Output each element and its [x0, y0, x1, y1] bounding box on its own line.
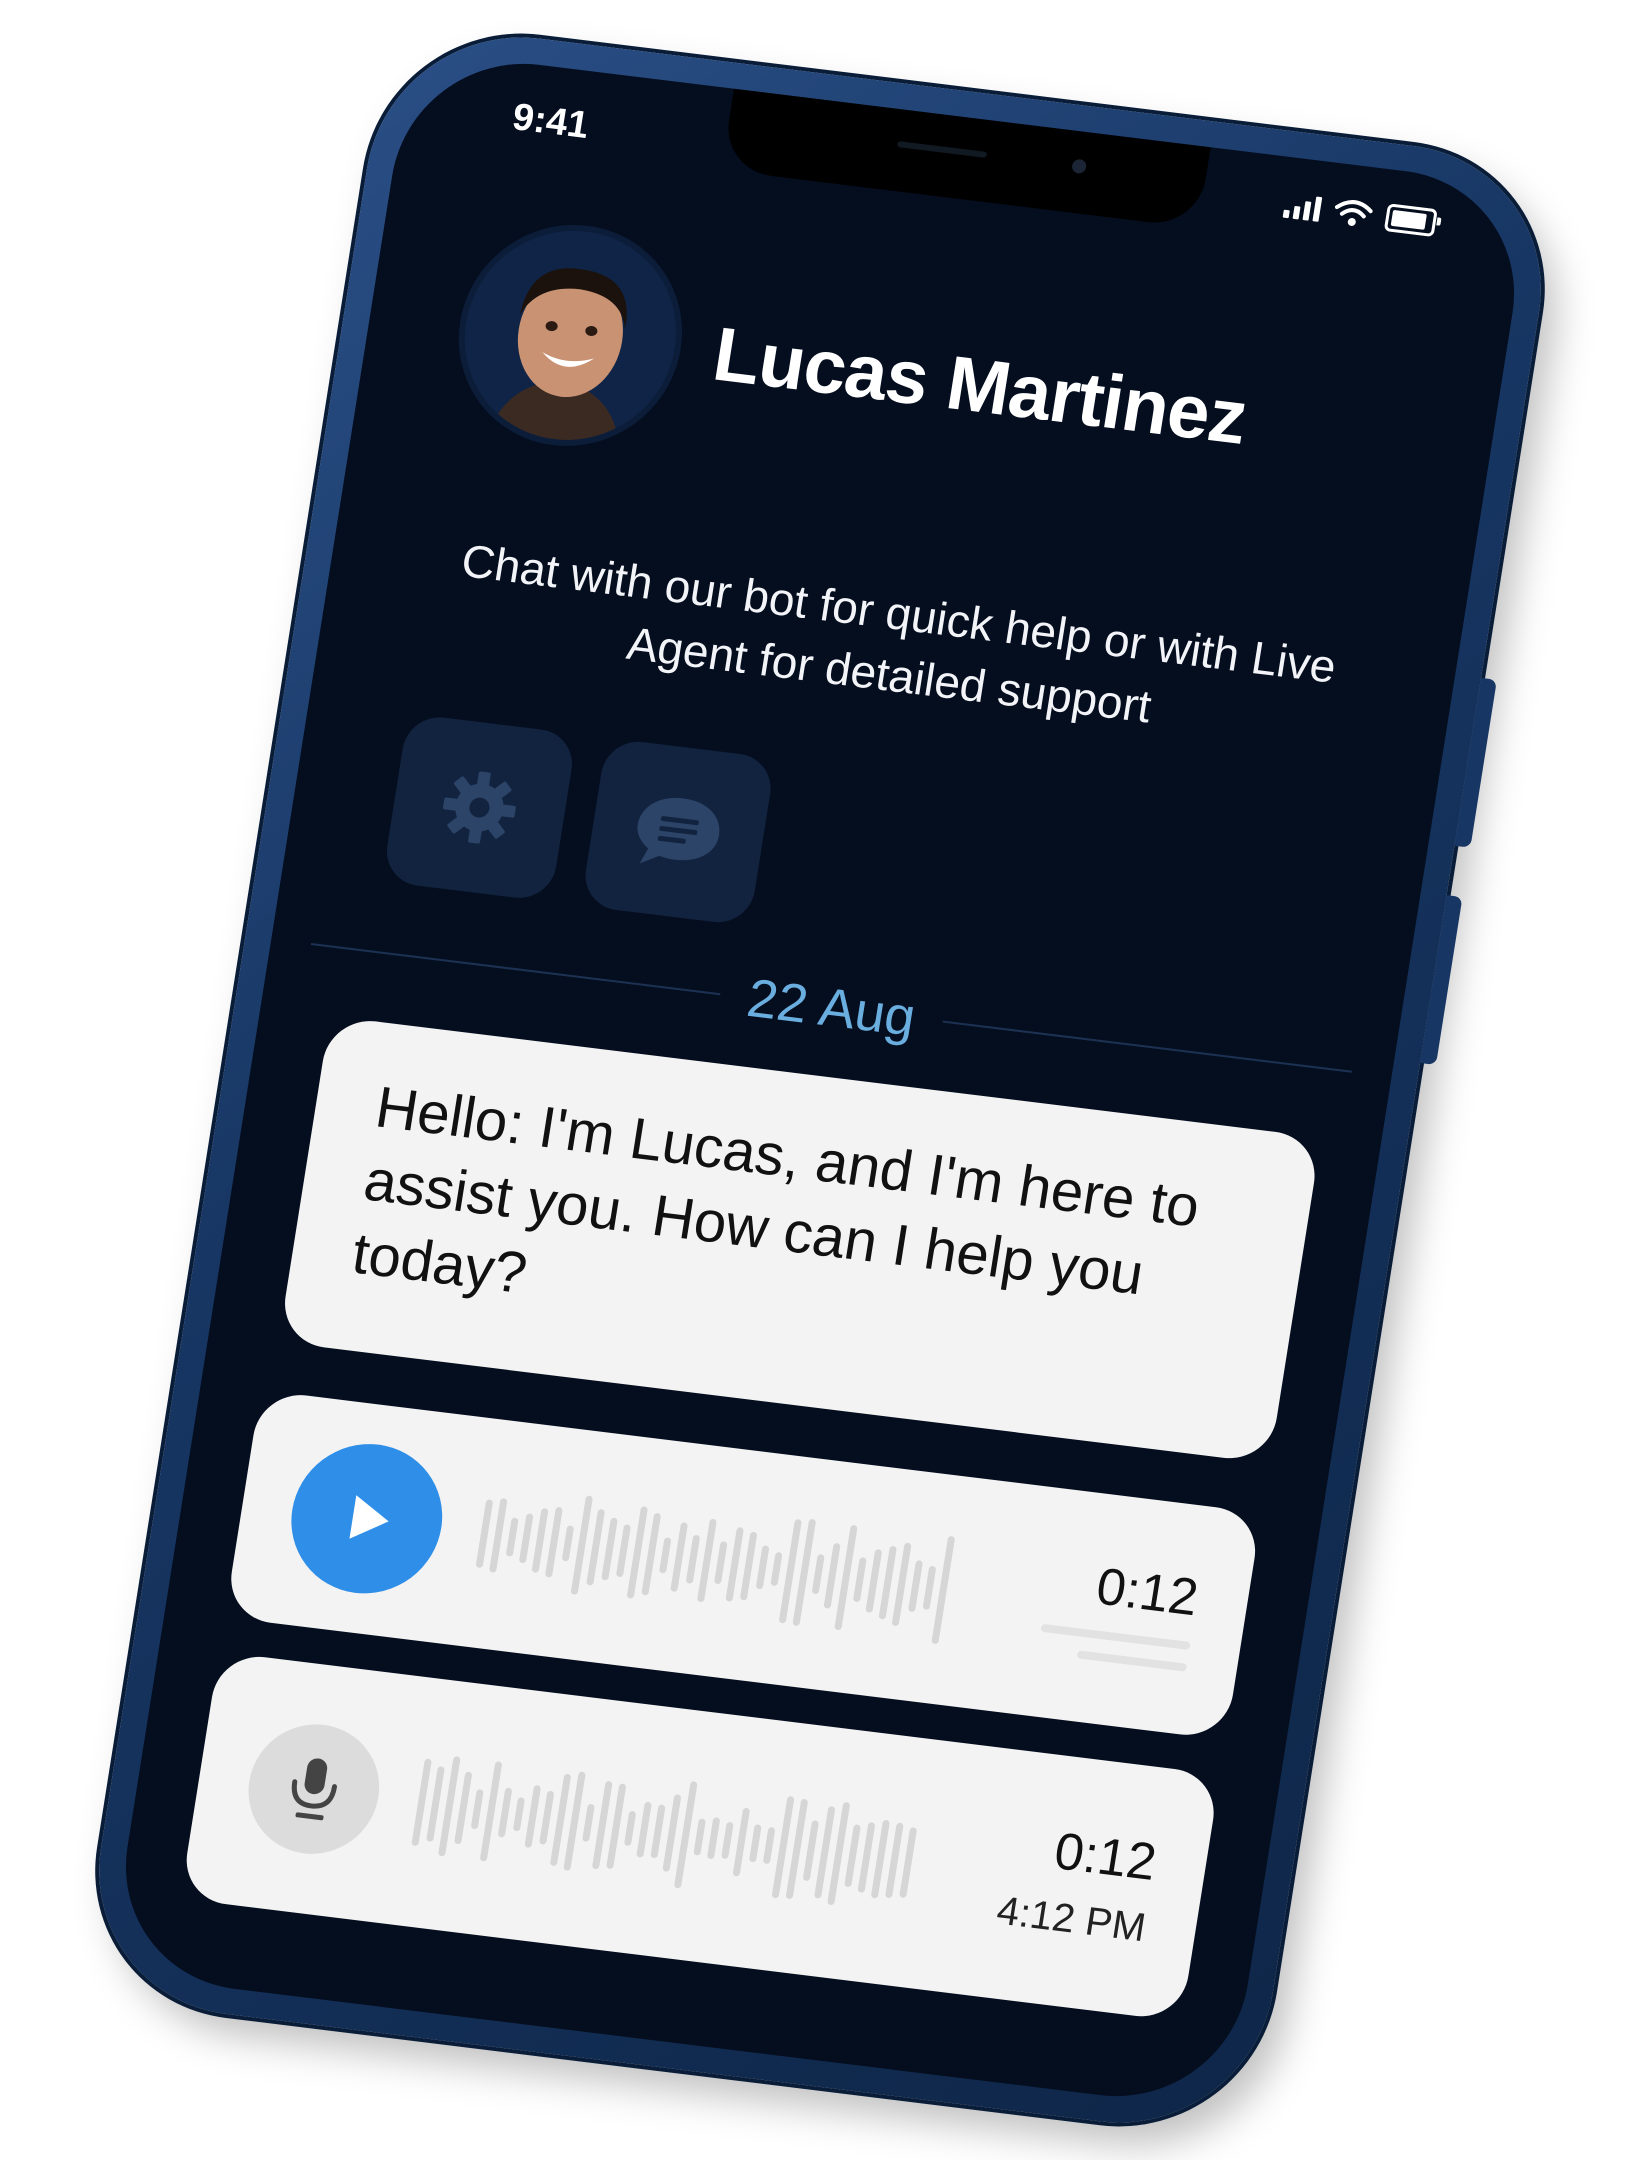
meta-line — [1076, 1650, 1188, 1672]
waveform-bar — [762, 1826, 776, 1864]
avatar-photo — [449, 218, 692, 452]
waveform-bar — [770, 1551, 783, 1587]
chat-intro-text: Chat with our bot for quick help or with… — [458, 534, 1340, 733]
battery-icon — [1383, 203, 1438, 238]
waveform-bar — [922, 1565, 937, 1610]
divider-left — [310, 943, 721, 996]
divider-right — [942, 1020, 1353, 1073]
contact-header: Lucas Martinez — [449, 218, 1263, 522]
play-button[interactable] — [280, 1435, 454, 1602]
date-label: 22 Aug — [743, 968, 920, 1048]
waveform-bar — [497, 1787, 513, 1838]
contact-name: Lucas Martinez — [707, 311, 1253, 461]
play-icon — [349, 1495, 389, 1539]
waveform-bar — [601, 1517, 619, 1581]
stage: 9:41 Lucas Martinez Chat with our bot fo… — [0, 0, 1640, 2160]
waveform-bar — [852, 1556, 867, 1602]
waveform-bar — [685, 1534, 701, 1584]
voice-meta: 0:12 4:12 PM — [973, 1812, 1160, 1950]
waveform-bar — [650, 1804, 666, 1859]
waveform-bar — [615, 1523, 632, 1577]
waveform-bar — [561, 1525, 575, 1562]
waveform-bar — [739, 1531, 758, 1601]
waveform-bar — [505, 1516, 519, 1557]
waveform-bar — [811, 1553, 825, 1595]
waveform-bar — [732, 1807, 751, 1877]
voice-duration: 0:12 — [1050, 1821, 1161, 1892]
action-buttons — [381, 713, 776, 927]
waveform-bar — [907, 1560, 924, 1613]
signal-icon — [1282, 192, 1323, 222]
front-camera — [1071, 158, 1088, 175]
waveform-bar — [539, 1790, 555, 1845]
waveform-bar — [454, 1771, 473, 1844]
microphone-icon — [291, 1758, 337, 1821]
waveform-bar — [512, 1797, 526, 1832]
waveform-bar — [802, 1819, 820, 1881]
waveform-bar — [524, 1784, 542, 1848]
waveform-bar — [479, 1760, 503, 1862]
chat-bubble-icon — [637, 797, 720, 864]
waveform-bar — [470, 1789, 484, 1830]
phone-device: 9:41 Lucas Martinez Chat with our bot fo… — [77, 20, 1563, 2140]
waveform-bar — [518, 1513, 534, 1564]
audio-waveform[interactable] — [472, 1474, 1035, 1659]
status-icons — [1282, 191, 1438, 238]
avatar[interactable] — [449, 218, 692, 452]
waveform-bar — [693, 1817, 707, 1856]
wifi-icon — [1334, 200, 1373, 226]
gear-icon — [443, 771, 516, 844]
settings-button[interactable] — [381, 713, 578, 902]
waveform-bar — [721, 1821, 734, 1859]
waveform-bar — [544, 1506, 564, 1578]
phone-screen: 9:41 Lucas Martinez Chat with our bot fo… — [107, 49, 1533, 2111]
waveform-bar — [755, 1545, 770, 1590]
voice-waveform[interactable] — [409, 1743, 992, 1931]
text-message-bubble[interactable]: Hello: I'm Lucas, and I'm here to assist… — [278, 1015, 1322, 1464]
chat-button[interactable] — [580, 737, 776, 927]
waveform-bar — [931, 1535, 956, 1644]
waveform-bar — [696, 1518, 717, 1603]
audio-duration: 0:12 — [1092, 1557, 1203, 1628]
message-timestamp: 4:12 PM — [993, 1888, 1149, 1950]
audio-meta: 0:12 — [1017, 1548, 1203, 1672]
earpiece-speaker — [896, 141, 988, 158]
message-text: Hello: I'm Lucas, and I'm here to assist… — [348, 1074, 1204, 1308]
microphone-button[interactable] — [239, 1717, 389, 1862]
meta-line — [1040, 1623, 1191, 1650]
waveform-bar — [623, 1810, 637, 1846]
waveform-bar — [581, 1803, 595, 1843]
waveform-bar — [748, 1824, 762, 1863]
waveform-bar — [658, 1537, 672, 1574]
status-time: 9:41 — [509, 96, 592, 147]
waveform-bar — [714, 1540, 728, 1584]
waveform-bar — [834, 1524, 858, 1631]
waveform-bar — [706, 1817, 721, 1860]
waveform-bar — [636, 1801, 652, 1858]
waveform-bar — [844, 1823, 862, 1887]
waveform-bar — [899, 1826, 918, 1898]
